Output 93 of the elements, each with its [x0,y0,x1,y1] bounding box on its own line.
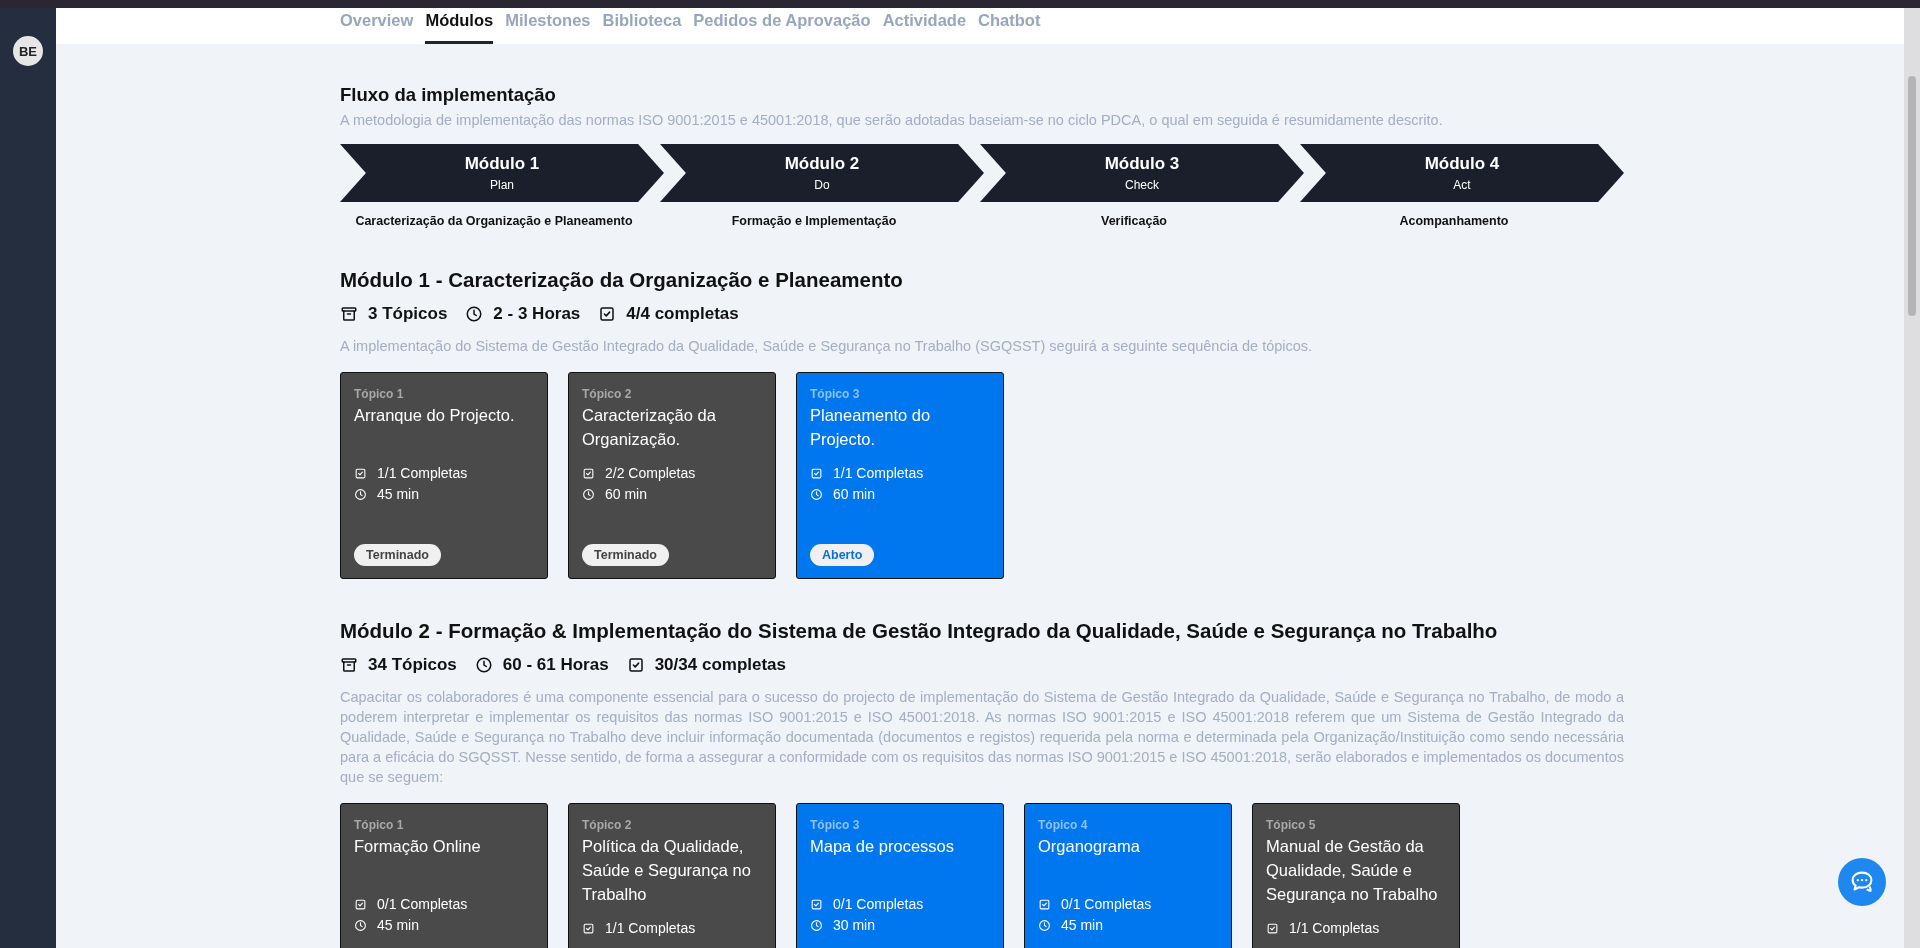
module-description: Capacitar os colaboradores é uma componente essencial para o sucesso do projecto de implementação do Sistema de Gestão Integrado da Qualidade, Saúde e Segurança no Trabalho, de modo a poderem interpretar e implementar os requisitos das normas ISO 9001:2015 e ISO 45001:2018. As normas ISO 9001:2015 e ISO 45001:2018 referem que um Sistema de Gestão Integrado da Qualidade, Saúde e Segurança no Trabalho deve incluir informação documentada (documentos e registos) requerida pela norma e determinada pela Organização/Instituição como sendo necessária para a eficácia do SGQSST. Nesse sentido, de forma a assegurar a conformidade com os requisitos das normas ISO 9001:2015 e ISO 45001:2018, serão elaborados e implementados os documentos que se seguem: [340,688,1624,787]
topic-progress: 0/1 Completas [1061,895,1152,914]
clock-icon [810,919,823,932]
tab[interactable]: Módulos [425,8,494,44]
step-title: Módulo 3 [1104,154,1180,174]
clock-icon [474,656,493,674]
topic-progress: 0/1 Completas [833,895,924,914]
step-caption: Formação e Implementação [730,214,898,228]
topic-duration: 60 min [605,485,648,504]
scrollbar-thumb[interactable] [1908,76,1916,316]
topic-progress: 1/1 Completas [833,464,924,483]
checkbox-icon [810,467,823,480]
user-avatar[interactable]: BE [13,36,43,66]
topic-progress: 1/1 Completas [377,464,468,483]
topic-title: Planeamento do Projecto. [810,405,932,450]
checkbox-icon [598,305,617,323]
topic-number: Tópico 2 [582,818,632,832]
module-step-chevron[interactable]: Módulo 4 Act [1300,144,1624,202]
completed-count: 30/34 completas [654,655,786,675]
module-title: Módulo 1 - Caracterização da Organização e Planeamento [340,268,904,292]
topic-number: Tópico 3 [810,818,860,832]
step-title: Módulo 1 [464,154,540,174]
topic-title: Política da Qualidade, Saúde e Segurança no Trabalho [582,836,752,905]
step-phase: Check [1125,178,1159,192]
checkbox-icon [582,467,595,480]
topic-progress: 0/1 Completas [377,895,468,914]
step-phase: Do [814,178,830,192]
step-caption: Acompanhamento [1398,214,1510,228]
checkbox-icon [582,922,595,935]
module-title: Módulo 2 - Formação & Implementação do Sistema de Gestão Integrado da Qualidade, Saúde e Segurança no Trabalho [340,619,1499,643]
section-title: Fluxo da implementação [340,84,557,106]
module-step-chevron[interactable]: Módulo 1 Plan [340,144,664,202]
topic-progress: 1/1 Completas [1289,919,1380,938]
topics-count: 3 Tópicos [368,304,448,324]
step-title: Módulo 2 [784,154,860,174]
topic-card[interactable]: Tópico 1 Formação Online 0/1 Completas 45 min [340,803,548,948]
checkbox-icon [626,656,645,674]
module-step-chevron[interactable]: Módulo 3 Check [980,144,1304,202]
topic-title: Manual de Gestão da Qualidade, Saúde e Segurança no Trabalho [1266,836,1439,905]
topic-title: Formação Online [354,836,481,857]
step-title: Módulo 4 [1424,154,1500,174]
clock-icon [354,488,367,501]
section-description: A metodologia de implementação das normas ISO 9001:2015 e 45001:2018, que serão adotadas baseiam-se no ciclo PDCA, o qual em seguida é resumidamente descrito. [340,111,1444,130]
topic-card[interactable]: Tópico 5 Manual de Gestão da Qualidade, Saúde e Segurança no Trabalho 1/1 Completas [1252,803,1460,948]
topic-number: Tópico 4 [1038,818,1088,832]
clock-icon [354,919,367,932]
topic-card[interactable]: Tópico 3 Planeamento do Projecto. 1/1 Completas 60 min Aberto [796,372,1004,579]
step-caption: Verificação [1100,214,1168,228]
hours-range: 2 - 3 Horas [493,304,581,324]
status-pill: Terminado [354,544,441,566]
topic-duration: 30 min [833,916,876,935]
topic-number: Tópico 1 [354,387,404,401]
step-caption: Caracterização da Organização e Planeamento [354,214,634,228]
chat-button[interactable] [1838,858,1886,906]
topic-title: Mapa de processos [810,836,954,857]
topic-card[interactable]: Tópico 2 Caracterização da Organização. 2/2 Completas 60 min Terminado [568,372,776,579]
status-pill: Terminado [582,544,669,566]
topic-card[interactable]: Tópico 2 Política da Qualidade, Saúde e Segurança no Trabalho 1/1 Completas [568,803,776,948]
checkbox-icon [810,898,823,911]
topic-duration: 45 min [377,916,420,935]
topic-card[interactable]: Tópico 4 Organograma 0/1 Completas 45 min [1024,803,1232,948]
clock-icon [465,305,484,323]
topic-number: Tópico 3 [810,387,860,401]
topic-duration: 45 min [377,485,420,504]
checkbox-icon [354,467,367,480]
topic-duration: 60 min [833,485,876,504]
module-description: A implementação do Sistema de Gestão Integrado da Qualidade, Saúde e Segurança no Trabalho (SGQSST) seguirá a seguinte sequência de tópicos. [340,337,1314,356]
topics-count: 34 Tópicos [368,655,457,675]
step-phase: Act [1453,178,1471,192]
topic-number: Tópico 1 [354,818,404,832]
topic-number: Tópico 2 [582,387,632,401]
checkbox-icon [1038,898,1051,911]
topic-progress: 1/1 Completas [605,919,696,938]
archive-icon [340,656,358,674]
checkbox-icon [1266,922,1279,935]
clock-icon [810,488,823,501]
step-phase: Plan [490,178,514,192]
checkbox-icon [354,898,367,911]
module-step-chevron[interactable]: Módulo 2 Do [660,144,984,202]
topic-card[interactable]: Tópico 3 Mapa de processos 0/1 Completas 30 min [796,803,1004,948]
hours-range: 60 - 61 Horas [502,655,609,675]
clock-icon [1038,919,1051,932]
topic-title: Caracterização da Organização. [582,405,717,450]
topic-title: Arranque do Projecto. [354,405,515,426]
topic-card[interactable]: Tópico 1 Arranque do Projecto. 1/1 Completas 45 min Terminado [340,372,548,579]
clock-icon [582,488,595,501]
status-pill: Aberto [810,544,875,566]
topic-number: Tópico 5 [1266,818,1316,832]
topic-duration: 45 min [1061,916,1104,935]
topic-progress: 2/2 Completas [605,464,696,483]
completed-count: 4/4 completas [626,304,739,324]
topic-title: Organograma [1038,836,1140,857]
archive-icon [340,305,358,323]
